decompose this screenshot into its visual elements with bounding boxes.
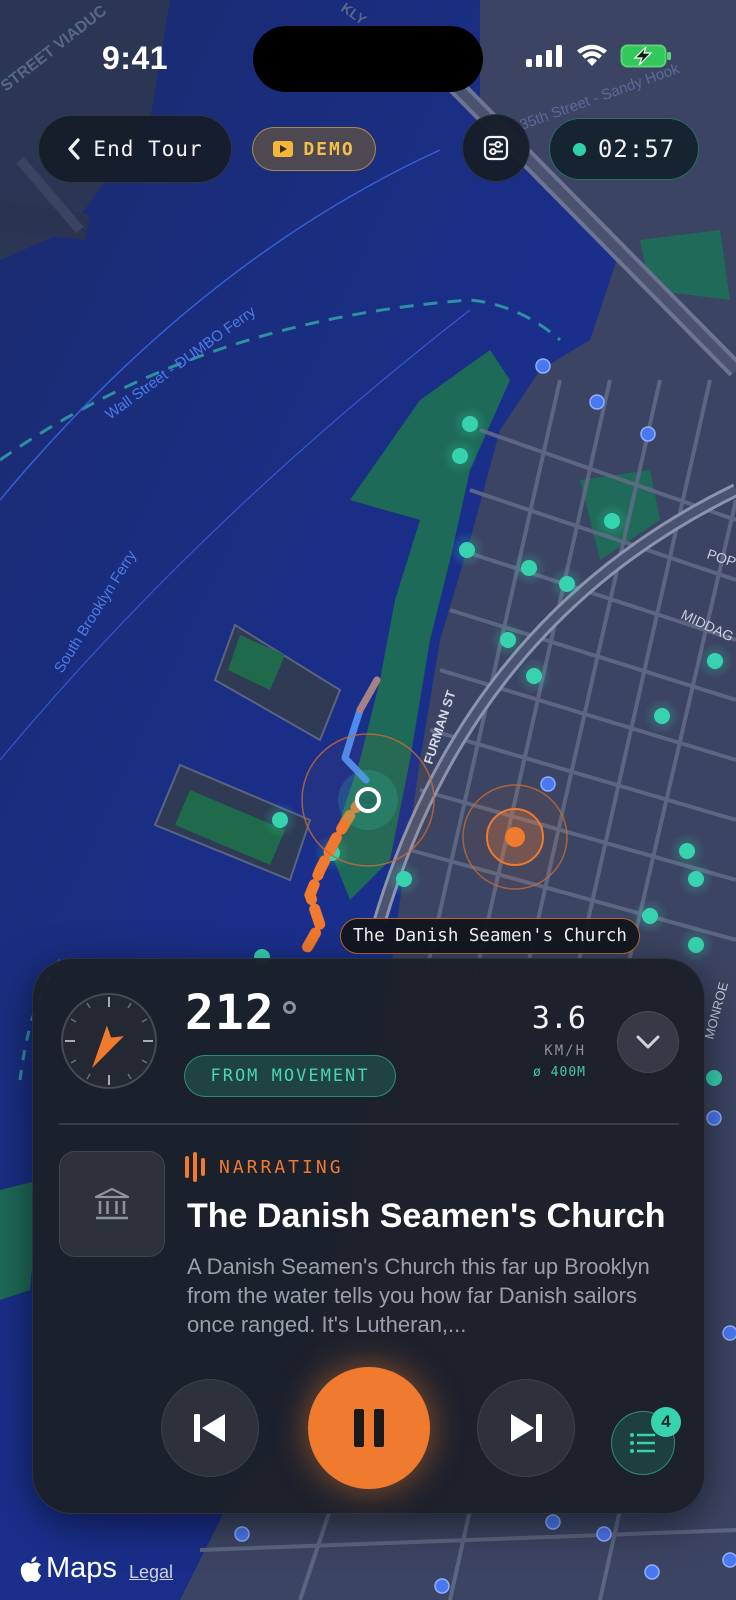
heading-value: 212 (185, 985, 275, 1041)
end-tour-label: End Tour (93, 137, 203, 161)
compass-icon (61, 993, 157, 1089)
sliders-icon (483, 135, 509, 161)
poi-title: The Danish Seamen's Church (187, 1197, 666, 1235)
poi-dot (526, 668, 542, 684)
museum-icon (94, 1187, 130, 1220)
filters-button[interactable] (462, 114, 530, 182)
poi-dot (688, 937, 704, 953)
apple-maps-logo: Maps (20, 1552, 117, 1585)
recording-dot (572, 142, 586, 156)
wifi-icon (577, 44, 607, 66)
battery-charging-icon (620, 44, 671, 68)
poi-dot (462, 416, 478, 432)
play-icon (273, 141, 294, 157)
queue-count-badge: 4 (651, 1407, 681, 1437)
map-poi-label[interactable]: The Danish Seamen's Church (340, 918, 640, 954)
pause-button[interactable] (308, 1367, 430, 1489)
skip-forward-icon (511, 1414, 542, 1442)
status-time: 9:41 (102, 40, 169, 76)
status-icons (526, 44, 672, 68)
radius-value: ø 400M (533, 1065, 586, 1080)
legal-link[interactable]: Legal (129, 1562, 173, 1583)
poi-dot (679, 843, 695, 859)
poi-dot (396, 871, 412, 887)
narration-status: NARRATING (185, 1152, 344, 1182)
poi-dot (642, 908, 658, 924)
poi-dot (604, 513, 620, 529)
heading-source-badge: FROM MOVEMENT (184, 1055, 396, 1097)
narration-card: 212 FROM MOVEMENT 3.6 KM/H ø 400M NARRAT… (32, 958, 705, 1514)
poi-dot (707, 653, 723, 669)
speed-unit: KM/H (544, 1043, 586, 1059)
degree-symbol (283, 1001, 296, 1014)
poi-dot (500, 632, 516, 648)
next-button[interactable] (477, 1379, 575, 1477)
collapse-button[interactable] (617, 1011, 679, 1073)
poi-dot (688, 871, 704, 887)
poi-dot (654, 708, 670, 724)
maps-brand-label: Maps (46, 1552, 117, 1584)
narration-status-label: NARRATING (219, 1156, 344, 1178)
poi-dot (459, 542, 475, 558)
skip-back-icon (194, 1414, 225, 1442)
tour-timer: 02:57 (549, 118, 699, 180)
poi-thumbnail (59, 1151, 165, 1257)
end-tour-button[interactable]: End Tour (38, 115, 232, 183)
poi-dot (521, 560, 537, 576)
previous-button[interactable] (161, 1379, 259, 1477)
dynamic-island (253, 26, 483, 92)
signal-icon (526, 45, 562, 67)
poi-dot (452, 448, 468, 464)
target-poi-marker[interactable] (505, 827, 525, 847)
demo-badge: DEMO (252, 127, 376, 171)
apple-logo-icon (20, 1556, 42, 1582)
list-icon (630, 1433, 655, 1453)
timer-value: 02:57 (597, 135, 676, 163)
pause-icon (354, 1409, 384, 1447)
user-location (355, 787, 381, 813)
demo-label: DEMO (303, 138, 355, 160)
divider (59, 1123, 679, 1125)
poi-description: A Danish Seamen's Church this far up Bro… (187, 1254, 650, 1337)
poi-dot (272, 812, 288, 828)
speed-value: 3.6 (531, 1001, 586, 1036)
chevron-left-icon (68, 138, 81, 160)
chevron-down-icon (636, 1035, 660, 1049)
poi-dot (559, 576, 575, 592)
audio-waveform-icon (185, 1152, 205, 1182)
